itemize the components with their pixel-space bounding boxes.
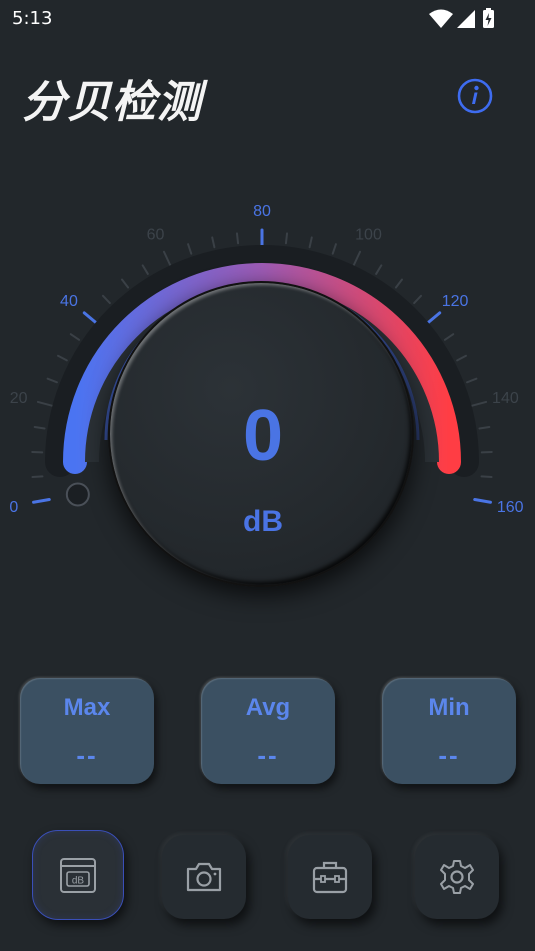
gauge-scale-label: 80 [253,203,271,220]
gauge-tick [32,498,51,504]
gauge-scale-label: 40 [60,293,78,310]
gauge-tick [480,475,493,479]
gauge-scale-label: 0 [9,499,18,516]
status-icons [429,8,494,28]
nav-decibel-meter[interactable]: dB [32,830,124,920]
gauge-tick [473,498,492,504]
stat-card-max: Max -- [20,678,154,784]
info-icon [457,78,493,114]
gauge-tick [101,294,111,305]
gauge-tick [466,377,478,384]
nav-camera[interactable] [162,835,246,919]
reading-unit: dB [243,505,283,538]
gauge-scale-label: 60 [147,227,165,244]
stat-value: -- [257,740,279,770]
gauge-tick [56,354,68,362]
gauge-tick [331,243,337,255]
stat-card-avg: Avg -- [201,678,335,784]
gauge-scale-label: 120 [442,293,469,310]
svg-text:dB: dB [72,876,85,887]
gauge-tick [375,264,383,275]
gauge-needle-indicator [65,482,90,507]
decibel-meter-icon: dB [60,858,96,893]
gauge-tick [469,400,488,408]
gauge-tick [456,354,468,362]
gauge-tick [284,232,289,245]
gauge-tick [46,377,58,384]
gauge-tick [425,311,442,325]
stat-label: Max [63,694,111,721]
gauge-tick [120,278,130,289]
stat-value: -- [438,740,460,770]
gauge-scale-label: 20 [10,390,28,407]
gauge-tick [352,250,362,268]
gauge-tick [33,426,46,430]
camera-icon [186,862,222,892]
gauge-tick [235,232,240,245]
gauge-tick [36,400,55,408]
status-time: 5:13 [12,8,53,29]
settings-gear-icon [440,860,474,894]
info-button[interactable] [457,78,493,114]
gauge-scale-label: 100 [355,227,382,244]
stat-card-min: Min -- [382,678,516,784]
reading-value: 0 [242,396,284,476]
nav-toolbox[interactable] [288,835,372,919]
gauge-tick [82,311,99,325]
gauge-knob: 0 dB [108,281,414,587]
gauge-scale-label: 160 [497,499,524,516]
stat-value: -- [76,740,98,770]
gauge-tick [211,236,216,249]
gauge-tick [443,333,455,341]
gauge-tick [141,264,149,275]
stat-label: Avg [245,694,291,721]
toolbox-icon [312,861,348,894]
status-bar: 5:13 [0,0,535,36]
gauge-tick [31,475,44,479]
stat-label: Min [428,694,470,721]
gauge-tick [187,243,193,255]
wifi-icon [429,9,453,28]
battery-charging-icon [483,8,494,28]
gauge-tick [394,278,404,289]
nav-settings[interactable] [415,835,499,919]
page-title: 分贝检测 [22,77,202,128]
gauge-tick [308,236,313,249]
gauge-scale-label: 140 [492,390,519,407]
gauge-tick [162,250,172,268]
gauge-tick [413,294,423,305]
gauge-tick [478,426,491,430]
cellular-signal-icon [457,10,475,28]
gauge-tick [69,333,81,341]
